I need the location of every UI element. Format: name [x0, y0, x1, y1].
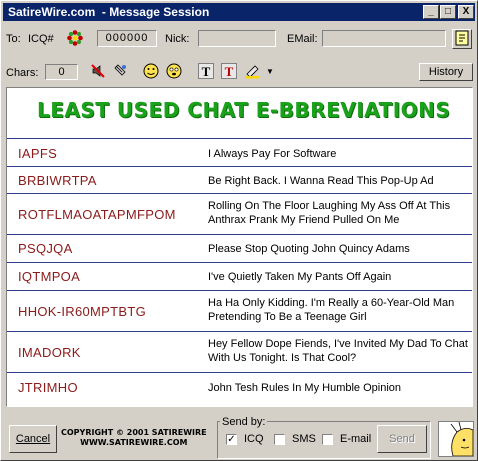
icq-label: ICQ# — [28, 33, 54, 45]
highlight-color-icon[interactable] — [243, 62, 263, 80]
abbreviation-meaning: Please Stop Quoting John Quincy Adams — [208, 243, 410, 255]
user-face-icon — [439, 422, 473, 456]
abbreviation: IQTMPOA — [18, 269, 81, 284]
nick-label: Nick: — [165, 33, 190, 45]
svg-text:T: T — [202, 64, 211, 79]
nick-field[interactable] — [198, 30, 276, 47]
abbreviation: BRBIWRTPA — [18, 173, 97, 188]
abbreviation-meaning: I've Quietly Taken My Pants Off Again — [208, 271, 392, 283]
window-title: SatireWire.com - Message Session — [8, 5, 210, 19]
icq-flower-icon[interactable] — [65, 29, 85, 47]
no-sound-icon[interactable] — [89, 62, 107, 80]
abbreviation: PSQJQA — [18, 241, 73, 256]
email-checkbox[interactable] — [322, 434, 333, 445]
website-line: WWW.SATIREWIRE.COM — [80, 438, 188, 447]
copyright-notice: COPYRIGHT © 2001 SATIREWIRE WWW.SATIREWI… — [61, 428, 207, 448]
cancel-button[interactable]: Cancel — [9, 425, 57, 453]
abbreviation-meaning: John Tesh Rules In My Humble Opinion — [208, 382, 402, 394]
uin-field[interactable]: 000000 — [97, 30, 157, 47]
list-item: JTRIMHO John Tesh Rules In My Humble Opi… — [7, 372, 472, 400]
abbreviation-meaning: Hey Fellow Dope Fiends, I've Invited My … — [208, 338, 468, 364]
email-option-label: E-mail — [340, 433, 372, 445]
emotion-face-icon[interactable] — [165, 62, 183, 80]
list-item: IMADORK Hey Fellow Dope Fiends, I've Inv… — [7, 331, 472, 372]
sms-option-label: SMS — [292, 433, 316, 445]
abbreviation-meaning: Rolling On The Floor Laughing My Ass Off… — [208, 200, 451, 226]
icq-option-label: ICQ — [244, 433, 264, 445]
message-area[interactable]: LEAST USED CHAT E-BBREVIATIONS IAPFS I A… — [6, 87, 473, 407]
list-item: HHOK-IR60MPTBTG Ha Ha Only Kidding. I'm … — [7, 290, 472, 331]
text-color-icon[interactable]: T — [220, 62, 238, 80]
sms-checkbox[interactable] — [274, 434, 285, 445]
abbreviation-meaning: I Always Pay For Software — [208, 148, 337, 160]
list-item: IAPFS I Always Pay For Software — [7, 138, 472, 166]
send-by-label: Send by: — [220, 416, 268, 428]
abbreviation: JTRIMHO — [18, 380, 78, 395]
abbreviation-list: IAPFS I Always Pay For Software BRBIWRTP… — [7, 138, 472, 400]
chevron-down-icon[interactable]: ▼ — [265, 65, 275, 77]
icq-checkbox[interactable]: ✓ — [226, 434, 237, 445]
history-button[interactable]: History — [419, 63, 473, 81]
list-item: PSQJQA Please Stop Quoting John Quincy A… — [7, 234, 472, 262]
chars-counter: 0 — [45, 64, 78, 80]
abbreviation-meaning: Ha Ha Only Kidding. I'm Really a 60-Year… — [208, 297, 455, 323]
send-button[interactable]: Send — [377, 425, 427, 453]
attach-file-icon[interactable] — [111, 62, 129, 80]
list-item: IQTMPOA I've Quietly Taken My Pants Off … — [7, 262, 472, 290]
page-title: LEAST USED CHAT E-BBREVIATIONS — [37, 98, 451, 122]
email-label: EMail: — [287, 33, 318, 45]
minimize-button[interactable]: _ — [423, 5, 439, 19]
chars-label: Chars: — [6, 67, 39, 79]
message-session-window: SatireWire.com - Message Session _ □ X T… — [0, 0, 478, 461]
copyright-line: COPYRIGHT © 2001 SATIREWIRE — [61, 428, 207, 437]
abbreviation-meaning: Be Right Back. I Wanna Read This Pop-Up … — [208, 175, 434, 187]
list-item: ROTFLMAOATAPMFPOM Rolling On The Floor L… — [7, 193, 472, 234]
notepad-icon — [455, 30, 469, 46]
contact-details-button[interactable] — [452, 29, 472, 49]
abbreviation: IMADORK — [18, 345, 81, 360]
list-item: BRBIWRTPA Be Right Back. I Wanna Read Th… — [7, 166, 472, 193]
email-field[interactable] — [322, 30, 446, 47]
title-bar[interactable]: SatireWire.com - Message Session _ □ X — [3, 3, 475, 21]
abbreviation: ROTFLMAOATAPMFPOM — [18, 207, 176, 222]
close-button[interactable]: X — [458, 5, 474, 19]
smiley-icon[interactable] — [142, 62, 160, 80]
bold-text-icon[interactable]: T — [197, 62, 215, 80]
svg-text:T: T — [225, 64, 234, 79]
abbreviation: HHOK-IR60MPTBTG — [18, 304, 147, 319]
to-label: To: — [6, 33, 21, 45]
maximize-button[interactable]: □ — [440, 5, 456, 19]
avatar — [438, 421, 474, 457]
abbreviation: IAPFS — [18, 146, 58, 161]
